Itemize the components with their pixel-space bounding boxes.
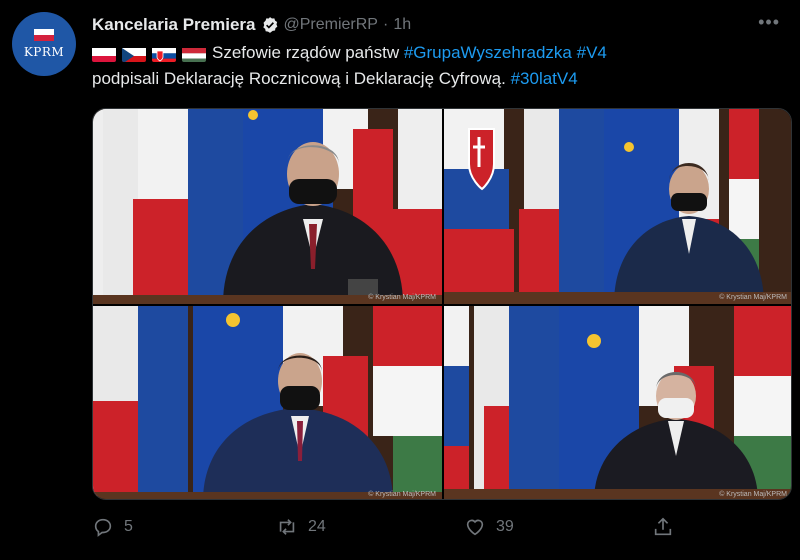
tweet-actions: 5 24 39 [92, 516, 692, 544]
handle[interactable]: @PremierRP [284, 16, 378, 34]
photo-3[interactable]: © Krystian Maj/KPRM [93, 306, 442, 499]
czech-flag-icon [122, 46, 146, 62]
flag-emojis [92, 46, 206, 62]
tweet-text: Szefowie rządów państw #GrupaWyszehradzk… [92, 40, 782, 92]
poland-flag-icon [92, 46, 116, 62]
hashtag-grupa-wyszehradzka[interactable]: #GrupaWyszehradzka [404, 43, 572, 62]
share-button[interactable] [652, 516, 674, 538]
hashtag-v4[interactable]: #V4 [577, 43, 607, 62]
verified-badge-icon [262, 17, 277, 33]
avatar[interactable]: KPRM [12, 12, 76, 76]
heart-icon [466, 519, 484, 536]
share-icon [654, 517, 672, 536]
reply-icon [94, 518, 112, 537]
reply-button[interactable]: 5 [92, 516, 133, 538]
retweet-icon [279, 519, 295, 535]
tweet-text-part1: Szefowie rządów państw [212, 43, 400, 62]
like-count: 39 [496, 518, 514, 535]
media-grid: © Krystian Maj/KPRM © Krystian Maj/KPRM … [92, 108, 792, 500]
photo-credit: © Krystian Maj/KPRM [368, 491, 436, 498]
retweet-button[interactable]: 24 [276, 516, 326, 538]
photo-credit: © Krystian Maj/KPRM [368, 294, 436, 301]
retweet-count: 24 [308, 518, 326, 535]
photo-credit: © Krystian Maj/KPRM [719, 491, 787, 498]
poland-flag-icon [34, 29, 54, 41]
avatar-label: KPRM [23, 45, 65, 59]
display-name[interactable]: Kancelaria Premiera [92, 15, 256, 35]
timestamp[interactable]: 1h [393, 16, 411, 34]
photo-credit: © Krystian Maj/KPRM [719, 294, 787, 301]
photo-1[interactable]: © Krystian Maj/KPRM [93, 109, 442, 304]
separator-dot: · [382, 16, 389, 33]
hungary-flag-icon [182, 46, 206, 62]
reply-count: 5 [124, 518, 133, 535]
tweet-header: Kancelaria Premiera @PremierRP · 1h ••• [92, 12, 788, 36]
photo-2[interactable]: © Krystian Maj/KPRM [444, 109, 791, 304]
slovakia-flag-icon [152, 46, 176, 62]
like-button[interactable]: 39 [464, 516, 514, 538]
more-options-icon[interactable]: ••• [758, 12, 780, 33]
photo-4[interactable]: © Krystian Maj/KPRM [444, 306, 791, 499]
hashtag-30latv4[interactable]: #30latV4 [511, 69, 578, 88]
tweet-text-part2: podpisali Deklarację Rocznicową i Deklar… [92, 69, 506, 88]
